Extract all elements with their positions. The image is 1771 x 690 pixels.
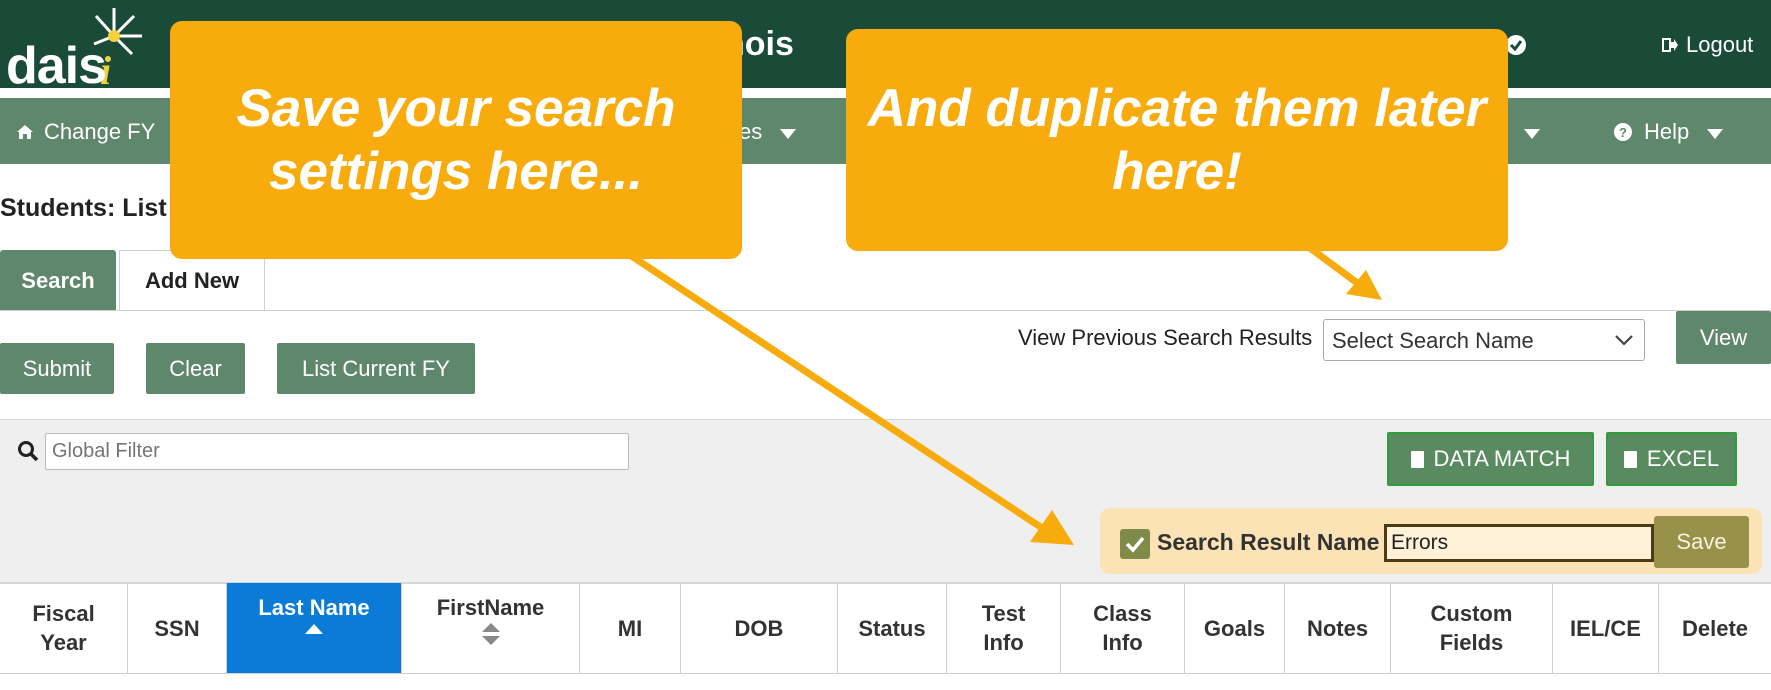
data-match-button[interactable]: DATA MATCH (1387, 432, 1594, 486)
column-label: Last Name (258, 595, 370, 620)
sort-both-icon (481, 623, 500, 645)
search-name-select-value: Select Search Name (1332, 328, 1534, 353)
column-goals[interactable]: Goals (1185, 583, 1285, 673)
column-label: DOB (734, 615, 784, 641)
column-label: Fiscal (32, 601, 95, 626)
daisi-logo[interactable]: i dais (4, 4, 154, 93)
logout-link[interactable]: Logout (1662, 30, 1753, 60)
column-label: Fields (1439, 630, 1504, 655)
tab-divider (0, 310, 1771, 311)
chevron-down-icon (780, 129, 797, 139)
column-dob[interactable]: DOB (681, 583, 838, 673)
column-label: Class (1093, 601, 1152, 626)
column-label: IEL/CE (1570, 615, 1641, 641)
column-label: Test (981, 601, 1026, 626)
excel-label: EXCEL (1646, 446, 1720, 471)
view-previous-label: View Previous Search Results (1018, 325, 1313, 350)
checkbox-checked-icon[interactable] (1120, 529, 1150, 559)
nav-change-fy-label: Change FY (44, 119, 156, 144)
clear-button[interactable]: Clear (146, 343, 245, 394)
sort-asc-icon (305, 624, 323, 634)
chevron-down-icon (1707, 129, 1724, 139)
column-iel-ce[interactable]: IEL/CE (1553, 583, 1659, 673)
save-button[interactable]: Save (1654, 516, 1749, 568)
logout-icon (1662, 38, 1678, 52)
column-label: Info (983, 630, 1024, 655)
nav-change-fy[interactable]: Change FY (16, 118, 155, 146)
column-label: Delete (1681, 615, 1749, 641)
column-label: Custom (1430, 601, 1513, 626)
column-test-info[interactable]: Test Info (947, 583, 1061, 673)
column-label: Info (1102, 630, 1143, 655)
column-custom-fields[interactable]: Custom Fields (1391, 583, 1553, 673)
tab-add-new[interactable]: Add New (119, 250, 265, 311)
column-mi[interactable]: MI (580, 583, 681, 673)
callout-save-search: Save your search settings here... (170, 21, 742, 259)
column-label: Notes (1306, 615, 1369, 641)
check-circle-icon (1506, 35, 1526, 55)
column-last-name[interactable]: Last Name (227, 583, 402, 673)
logo-text: dais (6, 37, 107, 95)
view-button[interactable]: View (1676, 311, 1771, 364)
nav-help-label: Help (1644, 119, 1690, 144)
tab-search[interactable]: Search (0, 250, 116, 311)
svg-text:?: ? (1619, 125, 1627, 140)
column-label: SSN (154, 615, 200, 641)
submit-button[interactable]: Submit (0, 343, 114, 394)
column-fiscal-year[interactable]: Fiscal Year (0, 583, 128, 673)
column-first-name[interactable]: FirstName (402, 583, 580, 673)
column-label: Goals (1203, 615, 1266, 641)
column-delete[interactable]: Delete (1659, 583, 1771, 673)
file-excel-icon (1623, 450, 1637, 468)
column-class-info[interactable]: Class Info (1061, 583, 1185, 673)
excel-button[interactable]: EXCEL (1606, 432, 1737, 486)
global-filter-input[interactable] (45, 433, 629, 470)
column-label: FirstName (436, 595, 545, 620)
home-icon (17, 125, 33, 139)
search-result-name-input[interactable] (1384, 524, 1654, 562)
file-excel-icon (1410, 450, 1424, 468)
search-name-select[interactable]: Select Search Name (1323, 319, 1645, 361)
list-current-fy-button[interactable]: List Current FY (277, 343, 475, 394)
callout-duplicate: And duplicate them later here! (846, 29, 1508, 251)
column-notes[interactable]: Notes (1285, 583, 1391, 673)
chevron-down-icon (1524, 129, 1541, 139)
search-icon (18, 441, 39, 462)
data-match-label: DATA MATCH (1433, 446, 1571, 471)
column-label: Year (40, 630, 87, 655)
nav-help[interactable]: ? Help (1614, 118, 1724, 146)
search-result-name-label: Search Result Name (1157, 529, 1380, 555)
column-label: Status (858, 615, 926, 641)
page-title: Students: List (0, 194, 167, 222)
help-circle-icon: ? (1614, 123, 1632, 141)
table-header-divider (0, 673, 1771, 674)
chevron-down-icon (1615, 335, 1633, 346)
column-status[interactable]: Status (838, 583, 947, 673)
logout-label: Logout (1686, 32, 1754, 57)
column-label: MI (617, 615, 643, 641)
column-ssn[interactable]: SSN (128, 583, 227, 673)
